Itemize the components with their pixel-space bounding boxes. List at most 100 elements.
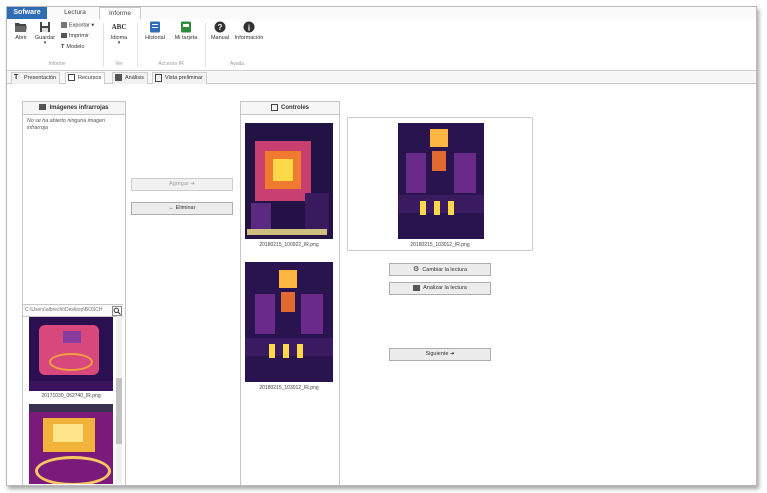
folder-open-icon [15, 23, 27, 32]
card-icon [181, 21, 191, 33]
export-icon [61, 22, 67, 28]
model-label: Modelo [66, 44, 85, 50]
thermal-region [247, 229, 327, 235]
export-button[interactable]: Exportar ▾ [61, 22, 94, 28]
history-button[interactable]: Historial [141, 21, 169, 41]
group-label-help: Ayuda [229, 61, 245, 67]
path-field[interactable]: C:\Users\albrecht\Desktop\BOSCH [25, 305, 111, 316]
thermal-region [245, 338, 333, 356]
no-image-line2: infrarroja [27, 125, 48, 131]
controls-header: Controles [241, 102, 339, 115]
control-image-2[interactable] [245, 262, 333, 382]
thumbnail-caption: 20171030_062740_IR.png [41, 393, 101, 399]
history-label: Historial [145, 35, 165, 41]
infrared-image-icon [39, 104, 47, 111]
change-reading-label: Cambiar la lectura [422, 267, 467, 273]
thermal-region [255, 294, 275, 334]
text-t-icon: T [61, 44, 65, 50]
chart-icon [115, 74, 122, 82]
language-abc-icon: ABC [111, 23, 127, 31]
text-t-icon: T [14, 74, 19, 82]
path-bar: C:\Users\albrecht\Desktop\BOSCH [23, 304, 123, 317]
language-dropdown-icon: ▾ [117, 40, 121, 46]
group-label-account: Accesso IR [158, 61, 184, 67]
preview-image [398, 123, 484, 239]
no-image-message: No se ha abierto ninguna imagen infrarro… [27, 118, 105, 132]
page-tab-bar: T Presentación Recursos Análisis Vista pr… [7, 71, 756, 84]
remove-button[interactable]: ← Eliminar [131, 202, 233, 215]
thermal-hotspot [53, 424, 83, 442]
infrared-images-panel: Imágenes infrarrojas No se ha abierto ni… [22, 101, 126, 485]
ribbon-tab-lectura[interactable]: Lectura [55, 7, 95, 19]
tab-presentacion[interactable]: T Presentación [11, 72, 61, 84]
open-button[interactable]: Abrir [11, 21, 31, 41]
next-button[interactable]: Siguiente ➜ [389, 348, 491, 361]
tab-analisis-label: Análisis [125, 75, 144, 81]
thermal-hotspot [283, 344, 289, 358]
tab-recursos[interactable]: Recursos [65, 72, 106, 84]
thermal-hotspot [430, 129, 448, 147]
model-button[interactable]: T Modelo [61, 44, 84, 50]
preview-caption: 20180215_103012_IR.png [410, 242, 470, 248]
thermal-hotspot [281, 292, 295, 312]
app-window: Sofware Lectura Informe Abrir Guardar ▾ … [6, 6, 757, 486]
browse-folder-button[interactable] [112, 306, 122, 316]
change-reading-button[interactable]: ⚙ Cambiar la lectura [389, 263, 491, 276]
thermal-region [398, 195, 484, 213]
thermal-hotspot [279, 270, 297, 288]
help-question-icon: ? [214, 21, 226, 33]
control-image-2-caption: 20180215_103012_IR.png [259, 385, 319, 391]
thermal-region [29, 381, 113, 391]
svg-text:?: ? [218, 23, 223, 32]
add-button[interactable]: Agregar ➜ [131, 178, 233, 191]
grid-icon [68, 74, 75, 82]
tab-vista-preliminar[interactable]: Vista preliminar [152, 72, 207, 84]
tab-analisis[interactable]: Análisis [112, 72, 148, 84]
thermal-hotspot [297, 344, 303, 358]
preview-panel: 20180215_103012_IR.png [347, 117, 533, 251]
analyze-reading-label: Analizar la lectura [423, 285, 467, 291]
no-image-line1: No se ha abierto ninguna imagen [27, 118, 106, 124]
save-button[interactable]: Guardar ▾ [33, 21, 57, 46]
group-label-view: Ver [115, 61, 123, 67]
control-image-1-caption: 20180215_100922_IR.png [259, 242, 319, 248]
print-button[interactable]: Imprimir [61, 33, 89, 39]
thermal-region [63, 331, 81, 343]
export-label: Exportar [69, 22, 90, 29]
thermal-hotspot [420, 201, 426, 215]
language-button[interactable]: ABC Idioma ▾ [107, 21, 131, 46]
ribbon-separator [103, 23, 104, 67]
infrared-images-title: Imágenes infrarrojas [49, 105, 109, 111]
analyze-reading-button[interactable]: Analizar la lectura [389, 282, 491, 295]
control-image-1[interactable] [245, 123, 333, 239]
thermal-region [406, 153, 426, 193]
history-book-icon [150, 21, 160, 33]
thumbnail-image[interactable] [29, 404, 113, 484]
app-logo: Sofware [7, 7, 47, 19]
grid-icon [270, 103, 278, 111]
thermal-hotspot [432, 151, 446, 171]
thermal-region [305, 193, 329, 233]
manual-label: Manual [210, 35, 230, 41]
controls-title: Controles [280, 105, 309, 111]
thumbnail-scrollbar[interactable] [116, 316, 122, 484]
info-button[interactable]: i Información [233, 21, 265, 41]
document-icon [155, 73, 162, 82]
manual-button[interactable]: ? Manual [209, 21, 231, 41]
floppy-disk-icon [40, 22, 50, 32]
my-card-button[interactable]: Mi tarjeta [171, 21, 201, 41]
thermal-wire [35, 456, 111, 484]
thumbnail-image[interactable] [29, 317, 113, 391]
print-label: Imprimir [69, 33, 89, 39]
ribbon-separator [205, 23, 206, 67]
thermal-region [454, 153, 476, 193]
analyze-chart-icon [413, 284, 421, 291]
tab-recursos-label: Recursos [78, 75, 102, 81]
printer-icon [61, 33, 67, 39]
my-card-label: Mi tarjeta [174, 35, 198, 41]
gear-icon: ⚙ [413, 266, 420, 273]
scrollbar-thumb[interactable] [116, 378, 122, 444]
controls-panel: Controles 20180215_100922_IR.png 2018021… [240, 101, 340, 485]
thermal-hotspot [448, 201, 454, 215]
search-icon [113, 307, 121, 315]
